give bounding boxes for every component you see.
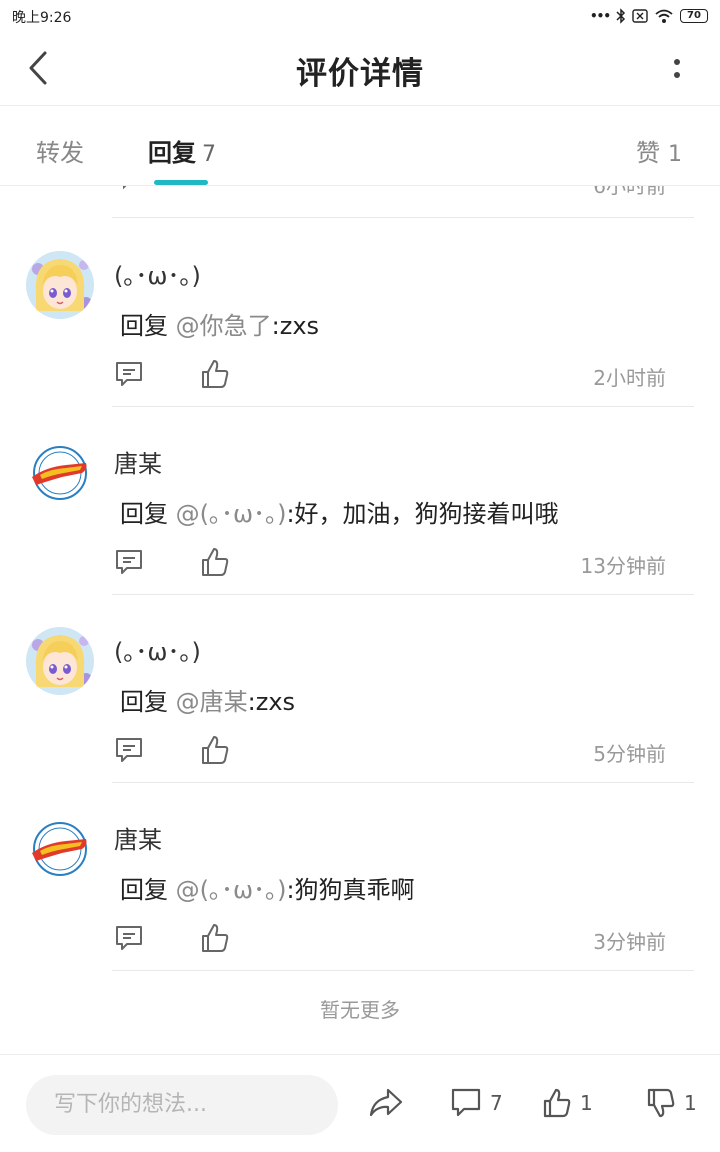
tab-reply-count: 7 xyxy=(202,142,216,167)
thumbs-up-icon[interactable] xyxy=(200,734,230,766)
battery-indicator: 70 xyxy=(680,9,708,23)
comment-time: 2小时前 xyxy=(593,366,666,390)
share-button[interactable] xyxy=(368,1087,404,1119)
reply-icon[interactable] xyxy=(114,360,144,390)
reply-icon[interactable] xyxy=(114,548,144,578)
list-item: 6小时前 xyxy=(112,186,694,218)
wifi-icon xyxy=(655,9,673,23)
divider xyxy=(112,970,694,971)
share-icon xyxy=(369,1088,403,1117)
more-dots-icon: ••• xyxy=(589,9,611,23)
comment-icon xyxy=(451,1088,481,1117)
avatar[interactable] xyxy=(26,251,94,319)
reply-icon[interactable] xyxy=(114,736,144,766)
tab-bar: 转发 回复 7 赞1 xyxy=(0,107,720,186)
more-options-button[interactable] xyxy=(662,50,692,86)
more-vertical-icon xyxy=(674,58,680,65)
comment-actions: 5分钟前 xyxy=(114,734,670,770)
tab-forward[interactable]: 转发 xyxy=(36,133,84,168)
dislike-count: 1 xyxy=(684,1091,697,1115)
comment-item: 唐某回复 @(｡･ω･｡):好，加油，狗狗接着叫哦 13分钟前 xyxy=(0,406,720,595)
status-icons: ••• 70 xyxy=(590,6,708,26)
thumbs-up-icon[interactable] xyxy=(200,358,230,390)
dislike-button[interactable]: 1 xyxy=(646,1087,697,1119)
status-bar: 晚上9:26 ••• 70 xyxy=(0,0,720,32)
commenter-name[interactable]: (｡･ω･｡) xyxy=(114,256,201,291)
comment-button[interactable]: 7 xyxy=(450,1087,503,1119)
reply-prefix: 回复 xyxy=(120,688,176,716)
comment-item: 唐某回复 @(｡･ω･｡):狗狗真乖啊 3分钟前 xyxy=(0,782,720,971)
like-count: 1 xyxy=(580,1091,593,1115)
like-button[interactable]: 1 xyxy=(542,1087,593,1119)
reply-prefix: 回复 xyxy=(120,500,176,528)
comment-actions: 13分钟前 xyxy=(114,546,670,582)
comment-time: 6小时前 xyxy=(593,186,666,198)
comment-time: 3分钟前 xyxy=(593,930,666,954)
comment-text[interactable]: 回复 @(｡･ω･｡):好，加油，狗狗接着叫哦 xyxy=(120,494,559,529)
status-time: 晚上9:26 xyxy=(12,10,72,26)
comment-body: :狗狗真乖啊 xyxy=(286,876,415,904)
bottom-action-bar: 写下你的想法... 7 1 1 xyxy=(0,1054,720,1152)
sim-icon xyxy=(632,9,648,23)
mention-link[interactable]: @唐某 xyxy=(176,688,248,716)
avatar[interactable] xyxy=(26,815,94,883)
commenter-name[interactable]: (｡･ω･｡) xyxy=(114,632,201,667)
comment-item: (｡･ω･｡) 回复 @唐某:zxs 5分钟前 xyxy=(0,594,720,783)
comment-time: 13分钟前 xyxy=(580,554,666,578)
title-bar: 评价详情 xyxy=(0,32,720,106)
reply-icon[interactable] xyxy=(114,186,142,190)
no-more-label: 暂无更多 xyxy=(320,998,400,1022)
bluetooth-icon xyxy=(616,8,626,24)
reply-prefix: 回复 xyxy=(120,876,176,904)
comment-item: (｡･ω･｡) 回复 @你急了:zxs 2小时前 xyxy=(0,218,720,407)
comment-count: 7 xyxy=(490,1091,503,1115)
tab-reply[interactable]: 回复 7 xyxy=(148,133,216,168)
avatar[interactable] xyxy=(26,627,94,695)
comment-body: :zxs xyxy=(247,688,296,716)
reply-prefix: 回复 xyxy=(120,312,176,340)
avatar[interactable] xyxy=(26,439,94,507)
comment-input[interactable]: 写下你的想法... xyxy=(26,1075,338,1135)
comment-time: 5分钟前 xyxy=(593,742,666,766)
thumbs-up-icon[interactable] xyxy=(200,922,230,954)
mention-link[interactable]: @(｡･ω･｡) xyxy=(176,876,287,904)
tab-like[interactable]: 赞1 xyxy=(636,133,682,168)
page-title: 评价详情 xyxy=(296,56,424,92)
tab-like-label: 赞 xyxy=(636,139,660,167)
comment-body: :好，加油，狗狗接着叫哦 xyxy=(286,500,559,528)
comment-text[interactable]: 回复 @(｡･ω･｡):狗狗真乖啊 xyxy=(120,870,415,905)
comment-text[interactable]: 回复 @你急了:zxs xyxy=(120,306,319,341)
commenter-name[interactable]: 唐某 xyxy=(114,820,162,855)
tab-reply-label: 回复 xyxy=(148,139,196,167)
comment-actions: 2小时前 xyxy=(114,358,670,394)
comment-body: :zxs xyxy=(271,312,320,340)
tab-like-count: 1 xyxy=(668,142,682,167)
mention-link[interactable]: @你急了 xyxy=(176,312,272,340)
mention-link[interactable]: @(｡･ω･｡) xyxy=(176,500,287,528)
thumbs-down-icon xyxy=(647,1088,675,1118)
active-tab-indicator xyxy=(154,180,208,185)
thumbs-up-icon[interactable] xyxy=(200,546,230,578)
reply-icon[interactable] xyxy=(114,924,144,954)
reply-list: 6小时前 (｡･ω･｡) 回复 @你急了:zxs 2小时前 唐某 回复 @(｡･ω･｡)… xyxy=(0,186,720,1054)
thumbs-up-icon xyxy=(543,1088,571,1118)
comment-text[interactable]: 回复 @唐某:zxs xyxy=(120,682,295,717)
thumbs-up-icon[interactable] xyxy=(200,186,226,190)
commenter-name[interactable]: 唐某 xyxy=(114,444,162,479)
comment-actions: 3分钟前 xyxy=(114,922,670,958)
